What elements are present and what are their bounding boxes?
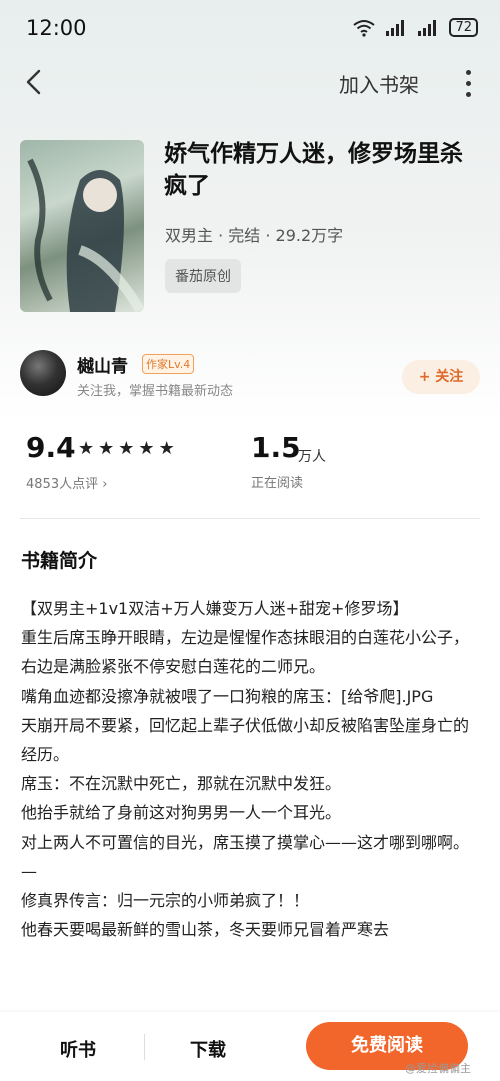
intro-text[interactable]: 【双男主+1v1双洁+万人嫌变万人迷+甜宠+修罗场】 重生后席玉睁开眼睛，左边是… <box>21 594 479 1014</box>
intro-line: 嘴角血迹都没擦净就被喂了一口狗粮的席玉：[给爷爬].JPG <box>21 686 434 706</box>
author-level-badge: 作家Lv.4 <box>142 354 195 374</box>
review-count-link[interactable]: 4853人点评 › <box>26 473 107 492</box>
intro-title: 书籍简介 <box>21 550 98 572</box>
star-icon: ★ <box>138 438 155 459</box>
intro-line: 【双男主+1v1双洁+万人嫌变万人迷+甜宠+修罗场】 <box>21 599 409 618</box>
status-icons: 72 <box>353 18 478 37</box>
intro-line: 修真界传言：归一元宗的小师弟疯了！！ <box>21 891 310 911</box>
divider <box>20 518 480 519</box>
book-title: 娇气作精万人迷，修罗场里杀疯了 <box>164 141 463 199</box>
publisher-badge: 番茄原创 <box>165 259 241 293</box>
author-description: 关注我，掌握书籍最新动态 <box>77 384 234 399</box>
reader-count: 1.5 <box>251 431 301 464</box>
add-to-shelf-button[interactable]: 加入书架 <box>339 69 419 98</box>
intro-line: 席玉：不在沉默中死亡，那就在沉默中发狂。 <box>21 774 342 794</box>
intro-line: 对上两人不可置信的目光，席玉摸了摸掌心——这才哪到哪啊。 <box>21 832 470 852</box>
more-options-icon[interactable] <box>462 70 474 98</box>
divider <box>144 1034 145 1060</box>
signal-icon-2 <box>418 19 437 36</box>
reader-count-unit: 万人 <box>298 449 326 465</box>
author-avatar[interactable] <box>20 350 66 396</box>
intro-line: — <box>21 861 37 881</box>
status-time: 12:00 <box>26 16 87 40</box>
reading-label: 正在阅读 <box>251 476 304 491</box>
back-arrow-icon[interactable] <box>22 68 46 96</box>
download-button[interactable]: 下载 <box>190 1036 226 1062</box>
star-icon: ★ <box>118 438 135 459</box>
intro-line: 天崩开局不要紧，回忆起上辈子伏低做小却反被陷害坠崖身亡的经历。 <box>21 715 470 765</box>
intro-line: 他抬手就给了身前这对狗男男一人一个耳光。 <box>21 803 342 823</box>
author-name[interactable]: 樾山青 <box>77 352 128 377</box>
cover-illustration <box>27 158 144 312</box>
follow-button[interactable]: + 关注 <box>402 360 480 394</box>
watermark: @爱捡偏偏主 <box>405 1062 471 1075</box>
rating-score: 9.4 <box>26 431 76 464</box>
listen-button[interactable]: 听书 <box>60 1036 96 1062</box>
rating-stars: ★ ★ ★ ★ ★ <box>78 438 175 459</box>
intro-line: 他春天要喝最新鲜的雪山茶，冬天要师兄冒着严寒去 <box>21 920 390 940</box>
battery-indicator: 72 <box>449 18 478 37</box>
signal-icon-1 <box>386 19 405 36</box>
wifi-icon <box>353 19 376 37</box>
star-icon: ★ <box>78 438 95 459</box>
star-icon: ★ <box>158 438 175 459</box>
intro-line: 重生后席玉睁开眼睛，左边是惺惺作态抹眼泪的白莲花小公子，右边是满脸紧张不停安慰白… <box>21 628 470 677</box>
status-bar: 12:00 72 <box>0 0 500 56</box>
star-icon: ★ <box>98 438 115 459</box>
book-meta: 双男主 · 完结 · 29.2万字 <box>165 226 344 245</box>
book-cover[interactable] <box>20 140 144 312</box>
